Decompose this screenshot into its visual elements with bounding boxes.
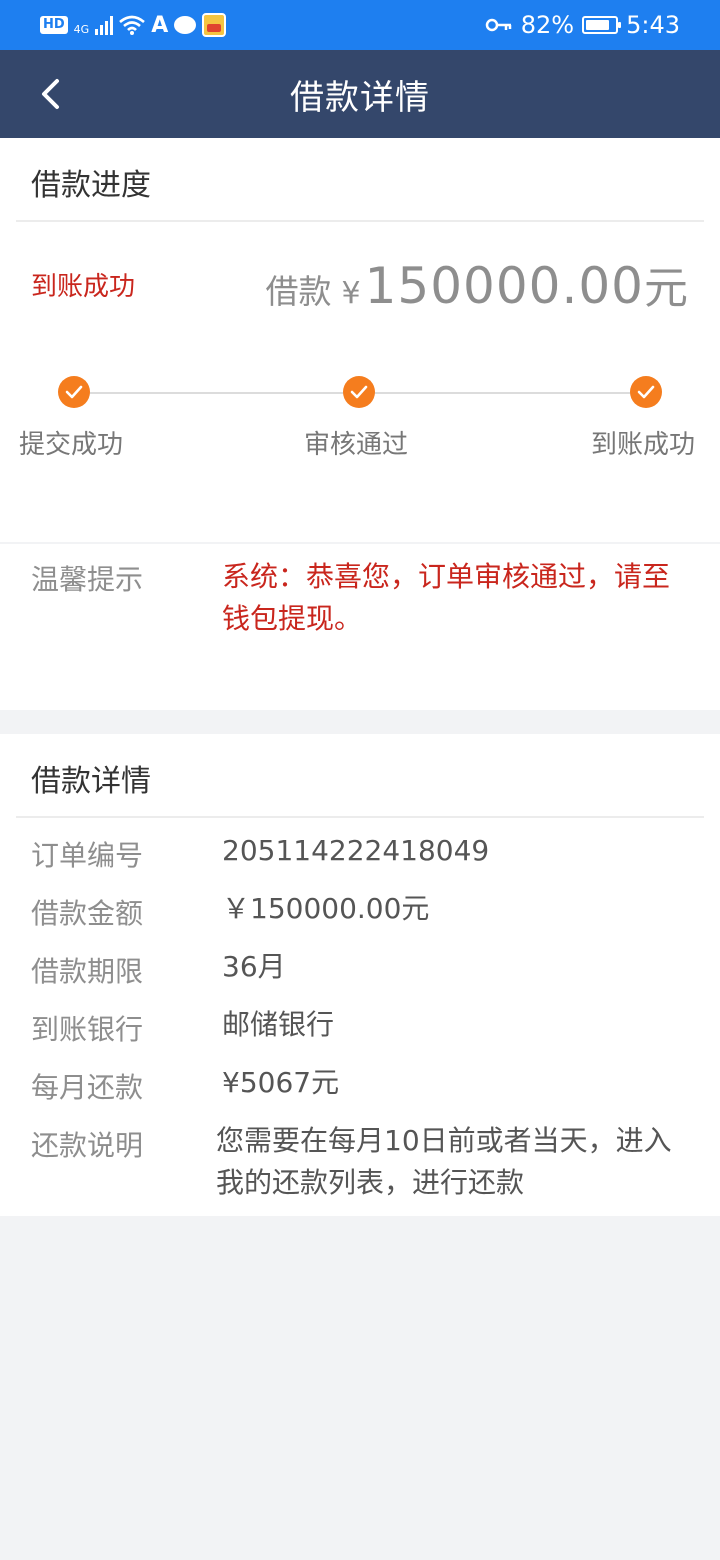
divider [16,220,704,222]
step-label-approved: 审核通过 [304,430,409,460]
tip-label: 温馨提示 [31,563,144,596]
detail-key: 还款说明 [31,1129,144,1162]
tip-card: 温馨提示 系统：恭喜您，订单审核通过，请至钱包提现。 [0,544,720,710]
detail-key: 订单编号 [31,839,144,872]
clock: 5:43 [626,11,680,39]
step-complete-icon [343,376,375,408]
hd-icon: HD [40,16,68,34]
wifi-icon [119,15,146,35]
status-bar-right: 82% 5:43 [485,11,680,39]
amount-value: 150000.00 [364,257,644,315]
detail-value: 205114222418049 [222,834,490,867]
status-bar: HD 4G A 82% 5:43 [0,0,720,50]
detail-key: 借款金额 [31,897,144,930]
step-label-credited: 到账成功 [591,430,696,460]
back-arrow-icon [42,79,59,109]
app-notification-icon [202,13,227,37]
loan-progress-card: 借款进度 到账成功 借款 ¥ 150000.00 元 提交成功 审核通过 到账成… [0,138,720,542]
message-icon [174,16,197,34]
detail-key: 每月还款 [31,1071,144,1104]
step-label-submitted: 提交成功 [19,430,124,460]
amount-unit: 元 [644,263,688,314]
details-section-title: 借款详情 [31,764,151,799]
detail-value: 36月 [222,950,286,983]
back-button[interactable] [20,64,80,124]
detail-value: 您需要在每月10日前或者当天，进入我的还款列表，进行还款 [216,1124,672,1199]
battery-percent: 82% [520,11,575,39]
loan-details-card: 借款详情 订单编号 205114222418049 借款金额 ￥150000.0… [0,734,720,1216]
tip-message: 系统：恭喜您，订单审核通过，请至钱包提现。 [222,560,671,635]
battery-icon [582,16,622,34]
vpn-icon: A [151,12,169,38]
loan-amount: 借款 ¥ 150000.00 元 [266,252,688,316]
progress-section-title: 借款进度 [31,168,151,203]
divider [16,816,704,818]
detail-value: ¥5067元 [222,1066,340,1099]
key-icon [485,18,511,32]
loan-status-label: 到账成功 [31,272,136,302]
amount-currency: ¥ [341,276,361,311]
signal-icon [95,15,114,35]
page-title: 借款详情 [290,77,430,118]
detail-key: 到账银行 [31,1013,144,1046]
detail-value: 邮储银行 [222,1008,335,1041]
network-type-label: 4G [73,22,90,36]
navigation-bar: 借款详情 [0,50,720,138]
step-complete-icon [630,376,662,408]
detail-key: 借款期限 [31,955,144,988]
status-bar-left: HD 4G A [40,12,227,38]
amount-prefix: 借款 [265,272,332,311]
detail-value: ￥150000.00元 [222,892,430,925]
step-complete-icon [58,376,90,408]
